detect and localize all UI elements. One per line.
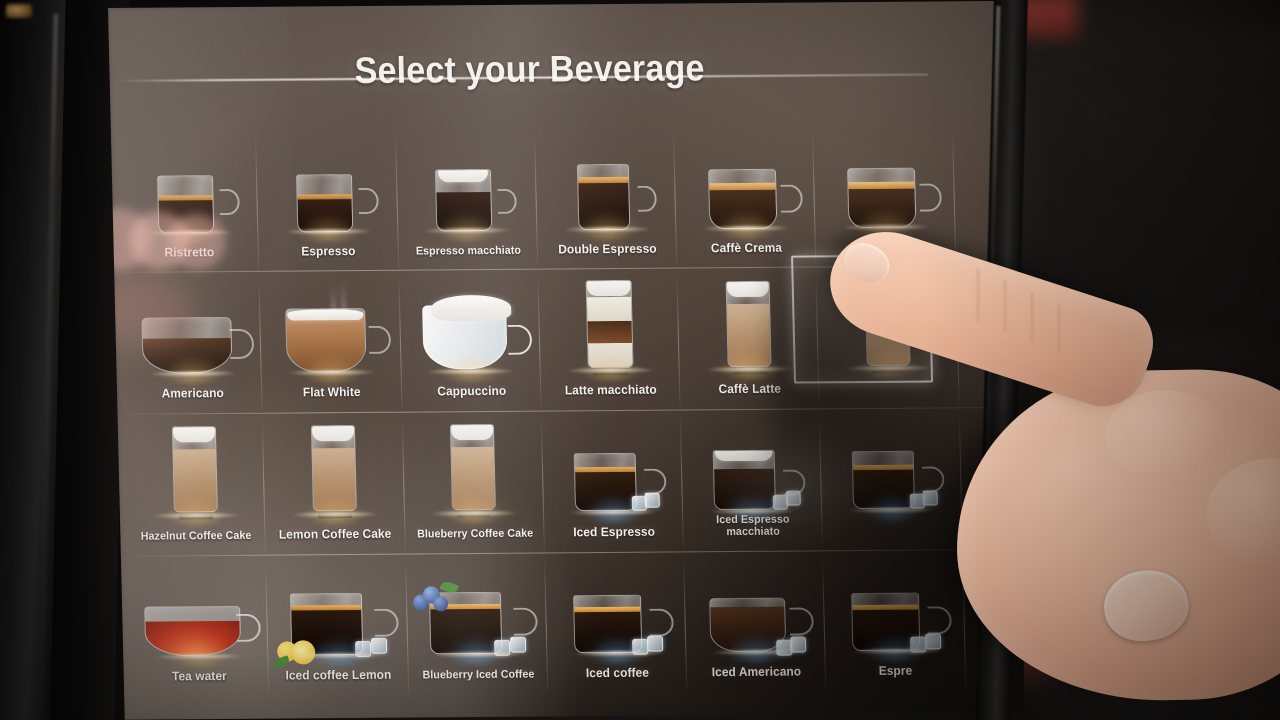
finger-crease-4	[1058, 304, 1061, 353]
screenshot-frame: Select your Beverage Ristretto Espresso	[0, 0, 1280, 720]
tile-glow	[298, 354, 365, 382]
cup-saucer-line	[704, 225, 789, 231]
finger-crease-3	[1031, 292, 1034, 343]
glass-reflection-left	[108, 6, 305, 720]
user-hand	[802, 216, 1280, 720]
bokeh-light-3	[168, 213, 227, 270]
machine-screw	[6, 4, 32, 18]
cup-saucer-line	[286, 228, 371, 235]
tile-glow	[712, 210, 780, 237]
finger-crease-1	[977, 268, 980, 323]
finger-crease-2	[1004, 280, 1007, 333]
tile-glow	[294, 213, 362, 241]
cup-saucer-line	[843, 224, 928, 230]
